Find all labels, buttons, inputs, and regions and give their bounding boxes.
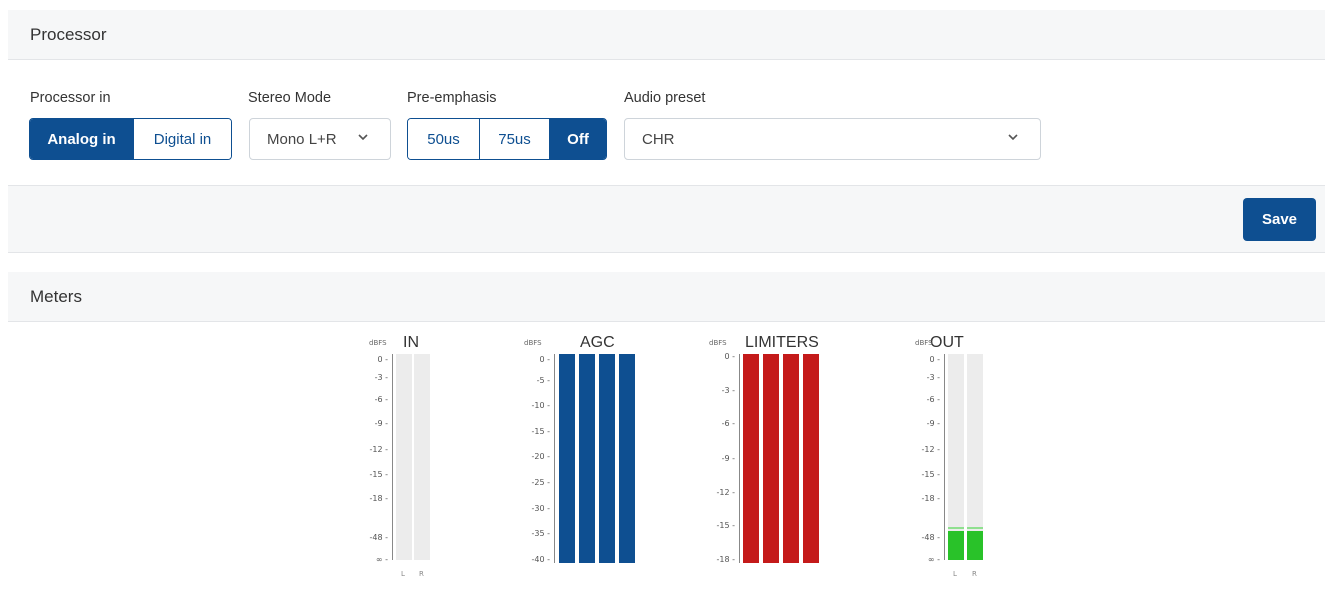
meter-tick-label: -48 - bbox=[369, 533, 389, 542]
meter-title-in: IN bbox=[403, 334, 419, 351]
meter-tick-label: -12 - bbox=[369, 445, 389, 454]
meter-tick-label: -30 - bbox=[531, 504, 551, 513]
processor-title: Processor bbox=[30, 25, 107, 44]
meter-tick-label: -3 - bbox=[926, 373, 940, 382]
chevron-down-icon bbox=[1008, 134, 1018, 141]
meter-bar bbox=[783, 354, 799, 563]
top-strip bbox=[0, 0, 1325, 10]
meter-tick-label: -3 - bbox=[721, 386, 735, 395]
meter-bar bbox=[763, 354, 779, 563]
analog-in-button[interactable]: Analog in bbox=[30, 119, 134, 159]
meter-tick-label: ∞ - bbox=[927, 555, 940, 564]
meter-tick-label: -6 - bbox=[926, 395, 940, 404]
meter-title-limiters: LIMITERS bbox=[745, 334, 819, 351]
pre-emphasis-toggle: 50us 75us Off bbox=[407, 118, 607, 160]
meter-axis bbox=[739, 354, 740, 563]
pre-emphasis-50us-button[interactable]: 50us bbox=[408, 119, 480, 159]
meter-tick-label: -15 - bbox=[716, 521, 736, 530]
stereo-mode-select[interactable]: Mono L+R bbox=[249, 118, 391, 160]
processor-footer bbox=[8, 185, 1325, 253]
meter-tick-label: 0 - bbox=[724, 352, 735, 361]
meter-tick-label: -5 - bbox=[536, 376, 550, 385]
meter-tick-label: -6 - bbox=[721, 419, 735, 428]
meter-track bbox=[967, 354, 983, 560]
meter-axis bbox=[554, 354, 555, 563]
meter-track bbox=[396, 354, 412, 560]
save-button[interactable]: Save bbox=[1243, 198, 1316, 241]
meter-tick-label: 0 - bbox=[539, 355, 550, 364]
audio-preset-label: Audio preset bbox=[624, 90, 706, 106]
meter-tick-label: -35 - bbox=[531, 529, 551, 538]
meter-unit-label: dBFS bbox=[709, 339, 727, 347]
meter-unit-label: dBFS bbox=[524, 339, 542, 347]
processor-panel-header: Processor bbox=[8, 10, 1325, 60]
stereo-mode-label: Stereo Mode bbox=[248, 90, 332, 106]
audio-preset-value: CHR bbox=[642, 130, 675, 148]
meter-tick-label: -48 - bbox=[921, 533, 941, 542]
meter-tick-label: -9 - bbox=[374, 419, 388, 428]
stereo-mode-value: Mono L+R bbox=[267, 130, 337, 148]
meter-tick-label: -12 - bbox=[921, 445, 941, 454]
meter-axis bbox=[944, 354, 945, 560]
meter-bar bbox=[579, 354, 595, 563]
meter-channel-label: L bbox=[953, 570, 957, 578]
processor-in-toggle: Analog in Digital in bbox=[29, 118, 232, 160]
meter-tick-label: -3 - bbox=[374, 373, 388, 382]
meter-tick-label: -10 - bbox=[531, 401, 551, 410]
meters-panel-header: Meters bbox=[8, 272, 1325, 322]
meter-tick-label: -12 - bbox=[716, 488, 736, 497]
meter-channel-label: R bbox=[419, 570, 424, 578]
meter-bar bbox=[803, 354, 819, 563]
meter-tick-label: -15 - bbox=[531, 427, 551, 436]
meter-bar bbox=[967, 531, 983, 560]
meter-bar bbox=[948, 531, 964, 560]
meter-tick-label: -18 - bbox=[921, 494, 941, 503]
meter-bar bbox=[599, 354, 615, 563]
meter-title-out: OUT bbox=[930, 334, 964, 351]
meter-tick-label: -6 - bbox=[374, 395, 388, 404]
meter-channel-label: L bbox=[401, 570, 405, 578]
meter-bar bbox=[559, 354, 575, 563]
meter-tick-label: -20 - bbox=[531, 452, 551, 461]
meter-tick-label: 0 - bbox=[377, 355, 388, 364]
meter-tick-label: -40 - bbox=[531, 555, 551, 564]
meter-track bbox=[414, 354, 430, 560]
meter-tick-label: 0 - bbox=[929, 355, 940, 364]
meters-title: Meters bbox=[30, 287, 82, 306]
meter-title-agc: AGC bbox=[580, 334, 615, 351]
meter-track bbox=[948, 354, 964, 560]
meter-tick-label: -15 - bbox=[921, 470, 941, 479]
meter-tick-label: -9 - bbox=[721, 454, 735, 463]
processor-in-label: Processor in bbox=[30, 90, 111, 106]
meter-tick-label: -18 - bbox=[369, 494, 389, 503]
meter-bar bbox=[619, 354, 635, 563]
meter-unit-label: dBFS bbox=[369, 339, 387, 347]
meter-unit-label: dBFS bbox=[915, 339, 933, 347]
meter-channel-label: R bbox=[972, 570, 977, 578]
meter-bar bbox=[743, 354, 759, 563]
meter-peak bbox=[948, 527, 964, 529]
chevron-down-icon bbox=[358, 134, 368, 141]
meter-tick-label: -25 - bbox=[531, 478, 551, 487]
pre-emphasis-label: Pre-emphasis bbox=[407, 90, 497, 106]
pre-emphasis-75us-button[interactable]: 75us bbox=[480, 119, 550, 159]
digital-in-button[interactable]: Digital in bbox=[134, 119, 231, 159]
meter-tick-label: ∞ - bbox=[375, 555, 388, 564]
meter-axis bbox=[392, 354, 393, 560]
audio-preset-select[interactable]: CHR bbox=[624, 118, 1041, 160]
meter-peak bbox=[967, 527, 983, 529]
pre-emphasis-off-button[interactable]: Off bbox=[550, 119, 606, 159]
meter-tick-label: -15 - bbox=[369, 470, 389, 479]
meter-tick-label: -18 - bbox=[716, 555, 736, 564]
meter-tick-label: -9 - bbox=[926, 419, 940, 428]
